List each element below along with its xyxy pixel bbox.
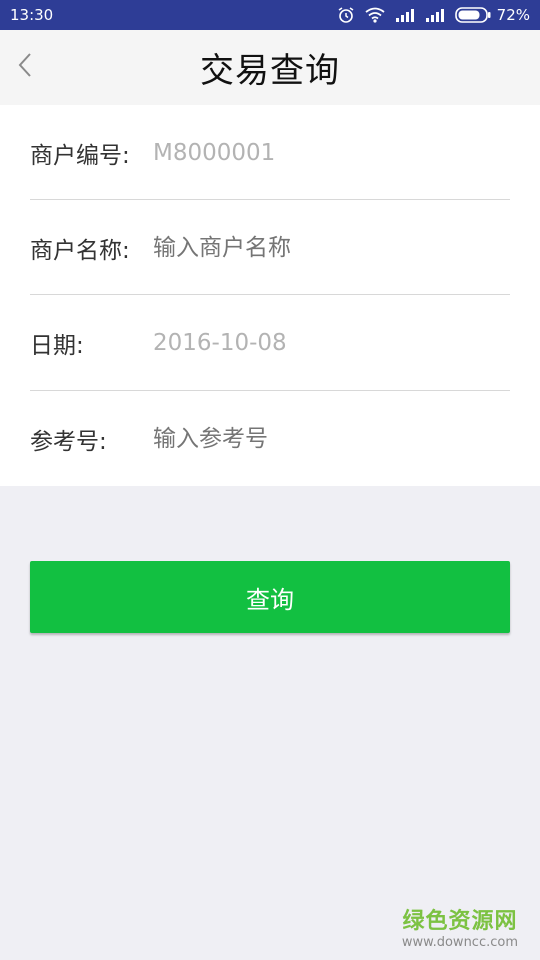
date-label: 日期: bbox=[30, 332, 84, 359]
merchant-name-row: 商户名称: bbox=[0, 200, 540, 295]
merchant-name-label: 商户名称: bbox=[30, 237, 130, 264]
battery-icon bbox=[454, 7, 491, 23]
reference-no-label: 参考号: bbox=[30, 428, 107, 455]
status-icons: 72% bbox=[337, 6, 530, 24]
watermark: 绿色资源网 www.downcc.com bbox=[402, 903, 518, 950]
status-time: 13:30 bbox=[10, 6, 54, 24]
watermark-main: 绿色资源网 bbox=[402, 909, 518, 934]
merchant-no-value: M8000001 bbox=[153, 139, 276, 166]
page-title: 交易查询 bbox=[200, 51, 340, 91]
back-button[interactable] bbox=[10, 48, 40, 86]
signal-icon bbox=[425, 8, 445, 22]
date-value[interactable]: 2016-10-08 bbox=[153, 330, 510, 356]
alarm-icon bbox=[337, 6, 355, 24]
merchant-no-label: 商户编号: bbox=[30, 142, 130, 169]
battery-indicator: 72% bbox=[454, 6, 530, 24]
query-form: 商户编号: M8000001 商户名称: 日期: 2016-10-08 参考号: bbox=[0, 105, 540, 486]
reference-no-input[interactable] bbox=[153, 425, 510, 452]
chevron-left-icon bbox=[17, 52, 33, 82]
merchant-name-input[interactable] bbox=[153, 234, 510, 261]
navigation-bar: 交易查询 bbox=[0, 30, 540, 105]
signal-icon bbox=[395, 8, 415, 22]
query-button[interactable]: 查询 bbox=[30, 561, 510, 633]
reference-no-row: 参考号: bbox=[0, 391, 540, 486]
date-row[interactable]: 日期: 2016-10-08 bbox=[0, 295, 540, 390]
merchant-no-row: 商户编号: M8000001 bbox=[0, 105, 540, 200]
watermark-url: www.downcc.com bbox=[401, 935, 518, 950]
battery-percent: 72% bbox=[496, 6, 530, 24]
status-bar: 13:30 72% bbox=[0, 0, 540, 30]
wifi-icon bbox=[365, 7, 385, 23]
